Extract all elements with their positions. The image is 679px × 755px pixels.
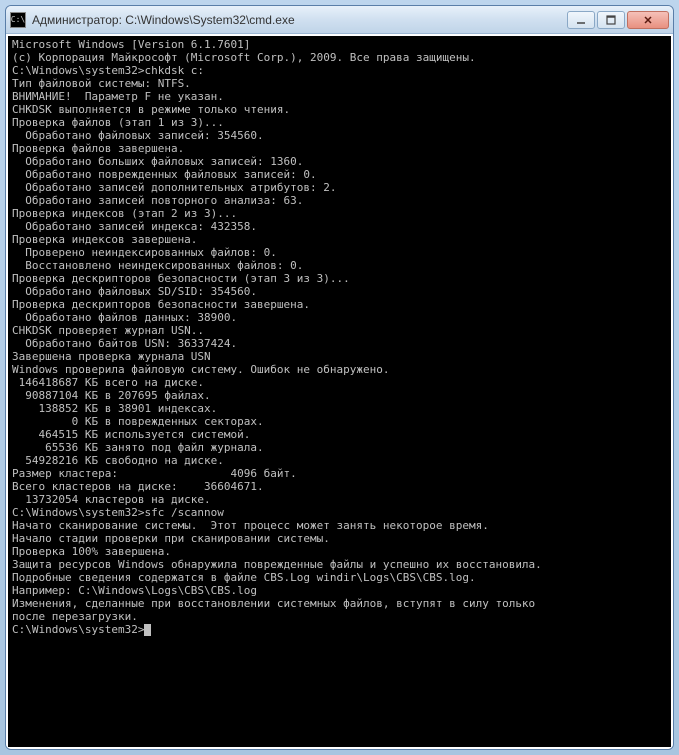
console-line: Проверено неиндексированных файлов: 0.: [12, 246, 667, 259]
console-line: 138852 КБ в 38901 индексах.: [12, 402, 667, 415]
console-line: Восстановлено неиндексированных файлов: …: [12, 259, 667, 272]
console-line: Обработано больших файловых записей: 136…: [12, 155, 667, 168]
console-line: Проверка файлов завершена.: [12, 142, 667, 155]
console-area: Microsoft Windows [Version 6.1.7601](c) …: [6, 34, 673, 749]
console-line: Проверка файлов (этап 1 из 3)...: [12, 116, 667, 129]
console-line: Защита ресурсов Windows обнаружила повре…: [12, 558, 667, 571]
console-line: Обработано байтов USN: 36337424.: [12, 337, 667, 350]
close-icon: [643, 15, 653, 25]
console-line: 146418687 КБ всего на диске.: [12, 376, 667, 389]
minimize-icon: [576, 15, 586, 25]
console-line: Проверка 100% завершена.: [12, 545, 667, 558]
console-line: после перезагрузки.: [12, 610, 667, 623]
console-line: Microsoft Windows [Version 6.1.7601]: [12, 38, 667, 51]
console-line: 54928216 КБ свободно на диске.: [12, 454, 667, 467]
console-line: (c) Корпорация Майкрософт (Microsoft Cor…: [12, 51, 667, 64]
console-line: Обработано файловых записей: 354560.: [12, 129, 667, 142]
console-line: Например: C:\Windows\Logs\CBS\CBS.log: [12, 584, 667, 597]
console-line: Начато сканирование системы. Этот процес…: [12, 519, 667, 532]
console-line: Изменения, сделанные при восстановлении …: [12, 597, 667, 610]
console-line: Начало стадии проверки при сканировании …: [12, 532, 667, 545]
console-line: 0 КБ в поврежденных секторах.: [12, 415, 667, 428]
console-line: Подробные сведения содержатся в файле CB…: [12, 571, 667, 584]
console-line: ВНИМАНИЕ! Параметр F не указан.: [12, 90, 667, 103]
console-line: Обработано записей дополнительных атрибу…: [12, 181, 667, 194]
console-line: 65536 КБ занято под файл журнала.: [12, 441, 667, 454]
cmd-icon: C:\: [10, 12, 26, 28]
console-line: Обработано файлов данных: 38900.: [12, 311, 667, 324]
console-line: Проверка дескрипторов безопасности завер…: [12, 298, 667, 311]
console-line: Обработано записей повторного анализа: 6…: [12, 194, 667, 207]
console-line: Обработано поврежденных файловых записей…: [12, 168, 667, 181]
console-line: Проверка дескрипторов безопасности (этап…: [12, 272, 667, 285]
close-button[interactable]: [627, 11, 669, 29]
console-line: Windows проверила файловую систему. Ошиб…: [12, 363, 667, 376]
console-line: Завершена проверка журнала USN: [12, 350, 667, 363]
console-line: CHKDSK проверяет журнал USN..: [12, 324, 667, 337]
console-line: Обработано файловых SD/SID: 354560.: [12, 285, 667, 298]
console-line: Обработано записей индекса: 432358.: [12, 220, 667, 233]
console-line: C:\Windows\system32>sfc /scannow: [12, 506, 667, 519]
console-line: Всего кластеров на диске: 36604671.: [12, 480, 667, 493]
console-line: 464515 КБ используется системой.: [12, 428, 667, 441]
console-line: Размер кластера: 4096 байт.: [12, 467, 667, 480]
maximize-icon: [606, 15, 616, 25]
titlebar[interactable]: C:\ Администратор: C:\Windows\System32\c…: [6, 6, 673, 34]
console-line: 90887104 КБ в 207695 файлах.: [12, 389, 667, 402]
console-line: C:\Windows\system32>chkdsk c:: [12, 64, 667, 77]
cursor: [144, 624, 151, 636]
cmd-window: C:\ Администратор: C:\Windows\System32\c…: [5, 5, 674, 750]
console-line: CHKDSK выполняется в режиме только чтени…: [12, 103, 667, 116]
console-output[interactable]: Microsoft Windows [Version 6.1.7601](c) …: [8, 36, 671, 747]
console-line: 13732054 кластеров на диске.: [12, 493, 667, 506]
window-controls: [567, 11, 669, 29]
minimize-button[interactable]: [567, 11, 595, 29]
console-line: Проверка индексов (этап 2 из 3)...: [12, 207, 667, 220]
console-line: Проверка индексов завершена.: [12, 233, 667, 246]
console-line: C:\Windows\system32>: [12, 623, 667, 636]
console-line: Тип файловой системы: NTFS.: [12, 77, 667, 90]
window-title: Администратор: C:\Windows\System32\cmd.e…: [32, 13, 567, 27]
maximize-button[interactable]: [597, 11, 625, 29]
